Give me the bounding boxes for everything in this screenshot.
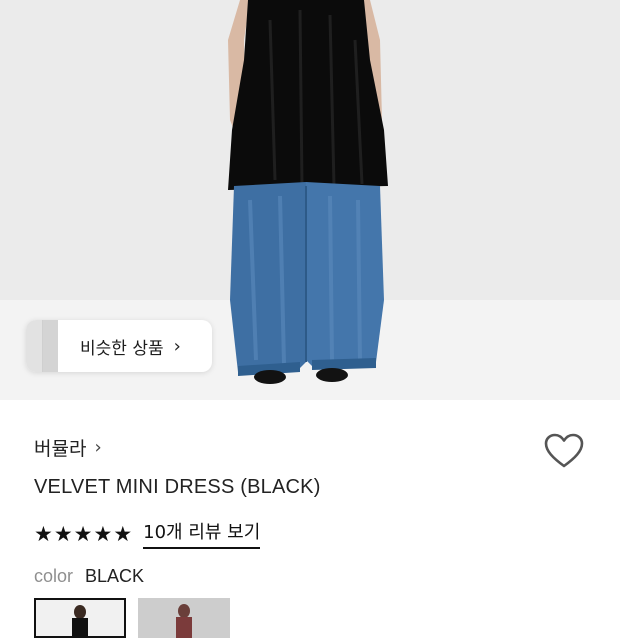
star-icon: ★ [53, 521, 73, 546]
selected-color-value: BLACK [85, 566, 145, 586]
star-icon: ★ [34, 521, 53, 546]
chevron-right-icon: › [173, 335, 181, 357]
star-icon: ★ [73, 521, 93, 546]
star-rating: ★ ★ ★ ★ ★ [34, 523, 133, 545]
star-icon: ★ [93, 521, 113, 546]
product-title: VELVET MINI DRESS (BLACK) [34, 476, 321, 498]
rating-row: ★ ★ ★ ★ ★ 10개 리뷰 보기 [34, 518, 261, 549]
star-icon: ★ [113, 521, 133, 546]
color-option-row: color BLACK [34, 566, 144, 587]
view-reviews-link[interactable]: 10개 리뷰 보기 [143, 518, 261, 549]
similar-products-thumbnail [26, 320, 58, 372]
color-swatch[interactable] [138, 598, 230, 638]
similar-products-label: 비슷한 상품 [80, 338, 164, 359]
brand-link[interactable]: 버뮬라 › [34, 434, 102, 461]
chevron-right-icon: › [94, 437, 102, 458]
similar-products-button[interactable]: 비슷한 상품 › [26, 320, 212, 372]
color-label: color [34, 566, 74, 586]
brand-name: 버뮬라 [34, 438, 87, 460]
product-image[interactable]: 비슷한 상품 › [0, 0, 620, 400]
color-swatches [34, 598, 242, 638]
heart-icon[interactable] [543, 432, 585, 474]
color-swatch-selected[interactable] [34, 598, 126, 638]
